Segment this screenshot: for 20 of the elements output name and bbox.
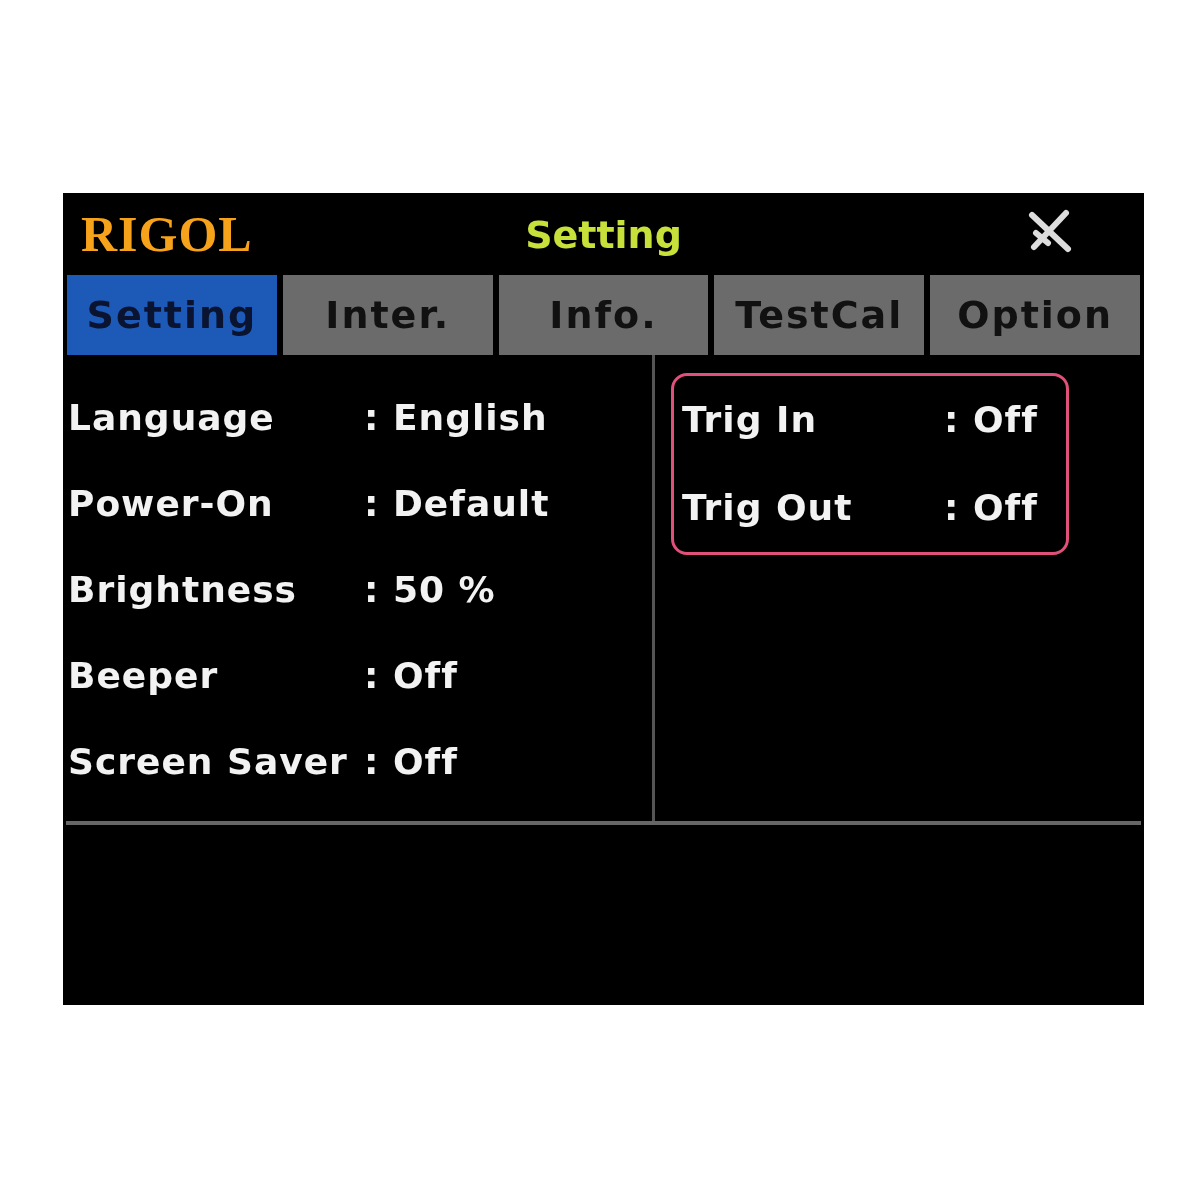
- tab[interactable]: Info.: [498, 275, 709, 355]
- setting-value[interactable]: : Off: [364, 735, 458, 789]
- setting-value[interactable]: : Off: [944, 393, 1038, 447]
- setting-label: Trig In: [682, 398, 819, 442]
- setting-value[interactable]: : English: [364, 391, 548, 445]
- tab[interactable]: Inter.: [282, 275, 493, 355]
- screen-title: Setting: [525, 215, 682, 257]
- setting-value[interactable]: : Off: [944, 481, 1038, 535]
- tab[interactable]: Option: [930, 275, 1140, 355]
- setting-value[interactable]: : Off: [364, 649, 458, 703]
- tab[interactable]: TestCal: [714, 275, 925, 355]
- setting-value[interactable]: : Default: [364, 477, 550, 531]
- logo: RIGOL: [81, 209, 253, 259]
- setting-label: Brightness: [68, 568, 299, 612]
- setting-label: Trig Out: [682, 486, 854, 530]
- setting-label: Language: [68, 396, 276, 440]
- setting-label: Screen Saver: [68, 740, 349, 784]
- setting-label: Power-On: [68, 482, 275, 526]
- setting-label: Beeper: [68, 654, 220, 698]
- setting-value[interactable]: : 50 %: [364, 563, 496, 617]
